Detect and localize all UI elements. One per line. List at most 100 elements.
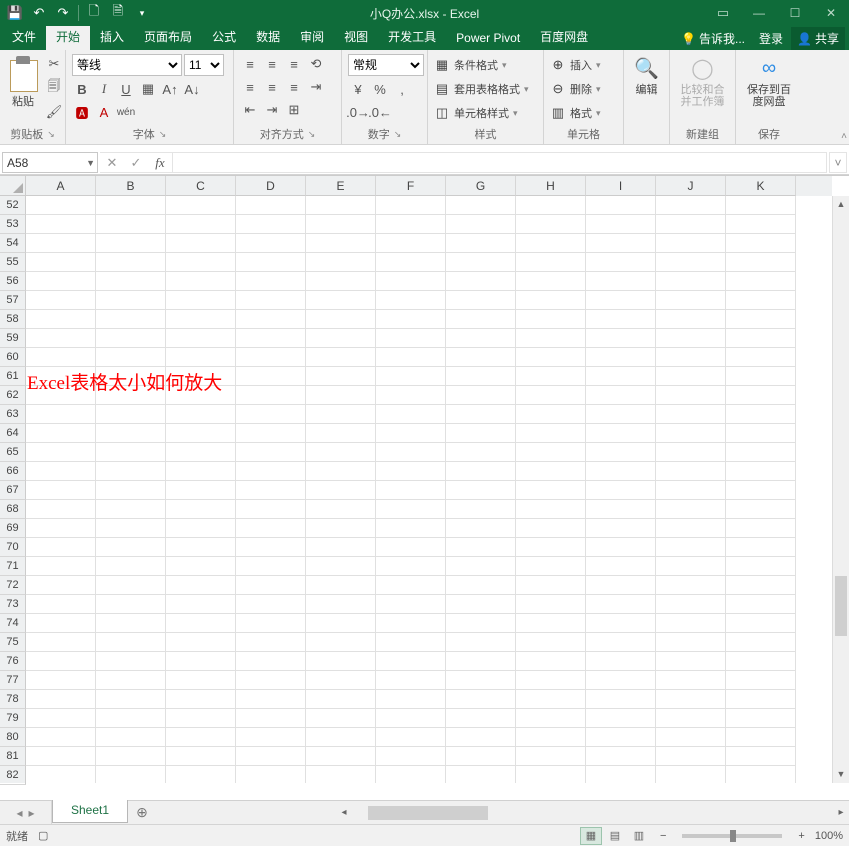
minimize-button[interactable]: —	[741, 0, 777, 26]
row-header[interactable]: 52	[0, 196, 26, 215]
row-header[interactable]: 73	[0, 595, 26, 614]
row-header[interactable]: 70	[0, 538, 26, 557]
edit-button[interactable]: 🔍编辑	[630, 54, 663, 96]
sign-in[interactable]: 登录	[753, 27, 789, 50]
launcher-icon[interactable]: ↘	[159, 129, 167, 140]
row-header[interactable]: 71	[0, 557, 26, 576]
row-header[interactable]: 65	[0, 443, 26, 462]
comma-icon[interactable]: ,	[392, 79, 412, 99]
enter-formula-icon[interactable]: ✓	[124, 155, 148, 171]
increase-decimal-icon[interactable]: .0→	[348, 102, 368, 122]
decrease-font-icon[interactable]: A↓	[182, 79, 202, 99]
row-header[interactable]: 53	[0, 215, 26, 234]
row-header[interactable]: 75	[0, 633, 26, 652]
formula-input[interactable]	[172, 152, 827, 173]
row-header[interactable]: 66	[0, 462, 26, 481]
col-header[interactable]: A	[26, 176, 96, 196]
row-header[interactable]: 79	[0, 709, 26, 728]
sheet-tab-active[interactable]: Sheet1	[52, 800, 128, 823]
zoom-in-button[interactable]: +	[798, 830, 804, 842]
underline-button[interactable]: U	[116, 79, 136, 99]
tab-developer[interactable]: 开发工具	[378, 24, 446, 50]
chevron-down-icon[interactable]: ▼	[86, 158, 95, 168]
close-button[interactable]: ✕	[813, 0, 849, 26]
scroll-right-icon[interactable]: ▸	[833, 807, 849, 818]
scroll-left-icon[interactable]: ◂	[336, 807, 352, 818]
tell-me[interactable]: 💡告诉我...	[675, 27, 751, 50]
increase-indent-icon[interactable]: ⇥	[262, 100, 282, 120]
launcher-icon[interactable]: ↘	[308, 129, 316, 140]
format-table-button[interactable]: ▤套用表格格式▾	[434, 78, 529, 100]
row-header[interactable]: 54	[0, 234, 26, 253]
align-top-icon[interactable]: ≡	[240, 54, 260, 74]
row-header[interactable]: 74	[0, 614, 26, 633]
conditional-format-button[interactable]: ▦条件格式▾	[434, 54, 507, 76]
tab-insert[interactable]: 插入	[90, 24, 134, 50]
tab-file[interactable]: 文件	[2, 24, 46, 50]
compare-merge-button[interactable]: ◯比较和合并工作簿	[676, 54, 729, 108]
decrease-decimal-icon[interactable]: .0←	[370, 102, 390, 122]
qat-dropdown-icon[interactable]: ▾	[133, 4, 151, 22]
row-header[interactable]: 64	[0, 424, 26, 443]
tab-data[interactable]: 数据	[246, 24, 290, 50]
bold-button[interactable]: B	[72, 79, 92, 99]
row-header[interactable]: 67	[0, 481, 26, 500]
row-header[interactable]: 76	[0, 652, 26, 671]
col-header[interactable]: F	[376, 176, 446, 196]
row-header[interactable]: 80	[0, 728, 26, 747]
col-header[interactable]: D	[236, 176, 306, 196]
vertical-scrollbar[interactable]: ▲ ▼	[832, 196, 849, 783]
horizontal-scrollbar[interactable]: ◂ ▸	[336, 801, 849, 824]
row-header[interactable]: 81	[0, 747, 26, 766]
row-header[interactable]: 69	[0, 519, 26, 538]
align-bottom-icon[interactable]: ≡	[284, 54, 304, 74]
prev-sheet-icon[interactable]: ◂	[16, 806, 22, 820]
maximize-button[interactable]: ☐	[777, 0, 813, 26]
row-header[interactable]: 55	[0, 253, 26, 272]
undo-icon[interactable]: ↶	[30, 4, 48, 22]
save-baidu-button[interactable]: ∞保存到百度网盘	[742, 54, 796, 108]
font-name-combo[interactable]: 等线	[72, 54, 182, 76]
row-header[interactable]: 61	[0, 367, 26, 386]
fx-icon[interactable]: fx	[148, 155, 172, 171]
wrap-text-icon[interactable]: ⇥	[306, 77, 326, 97]
print-preview-icon[interactable]: 🗎	[109, 4, 127, 22]
phonetic-button[interactable]: wén	[116, 102, 136, 122]
delete-cells-button[interactable]: ⊖删除▾	[550, 78, 601, 100]
orientation-icon[interactable]: ⟲	[306, 54, 326, 74]
col-header[interactable]: H	[516, 176, 586, 196]
font-color-button[interactable]: A	[94, 102, 114, 122]
align-left-icon[interactable]: ≡	[240, 77, 260, 97]
align-center-icon[interactable]: ≡	[262, 77, 282, 97]
row-header[interactable]: 57	[0, 291, 26, 310]
align-right-icon[interactable]: ≡	[284, 77, 304, 97]
macro-record-icon[interactable]: ▢	[38, 829, 48, 842]
sheet-nav[interactable]: ◂▸	[0, 801, 52, 824]
col-header[interactable]: G	[446, 176, 516, 196]
ribbon-options-icon[interactable]: ▭	[705, 0, 741, 26]
tab-page-layout[interactable]: 页面布局	[134, 24, 202, 50]
row-header[interactable]: 72	[0, 576, 26, 595]
hscroll-thumb[interactable]	[368, 806, 488, 820]
next-sheet-icon[interactable]: ▸	[29, 806, 35, 820]
font-size-combo[interactable]: 11	[184, 54, 224, 76]
border-button[interactable]: ▦	[138, 79, 158, 99]
new-file-icon[interactable]: 🗋	[85, 4, 103, 22]
page-break-view-icon[interactable]: ▥	[628, 827, 650, 845]
page-layout-view-icon[interactable]: ▤	[604, 827, 626, 845]
zoom-slider[interactable]	[682, 834, 782, 838]
cancel-formula-icon[interactable]: ✕	[100, 155, 124, 171]
col-header[interactable]: C	[166, 176, 236, 196]
normal-view-icon[interactable]: ▦	[580, 827, 602, 845]
launcher-icon[interactable]: ↘	[394, 129, 402, 140]
tab-review[interactable]: 审阅	[290, 24, 334, 50]
tab-power-pivot[interactable]: Power Pivot	[446, 27, 530, 50]
percent-icon[interactable]: %	[370, 79, 390, 99]
zoom-out-button[interactable]: −	[660, 830, 666, 842]
fill-color-button[interactable]: 🅰	[72, 102, 92, 122]
cell-content-a61[interactable]: Excel表格太小如何放大	[27, 368, 222, 395]
row-header[interactable]: 62	[0, 386, 26, 405]
tab-home[interactable]: 开始	[46, 24, 90, 50]
tab-view[interactable]: 视图	[334, 24, 378, 50]
insert-cells-button[interactable]: ⊕插入▾	[550, 54, 601, 76]
